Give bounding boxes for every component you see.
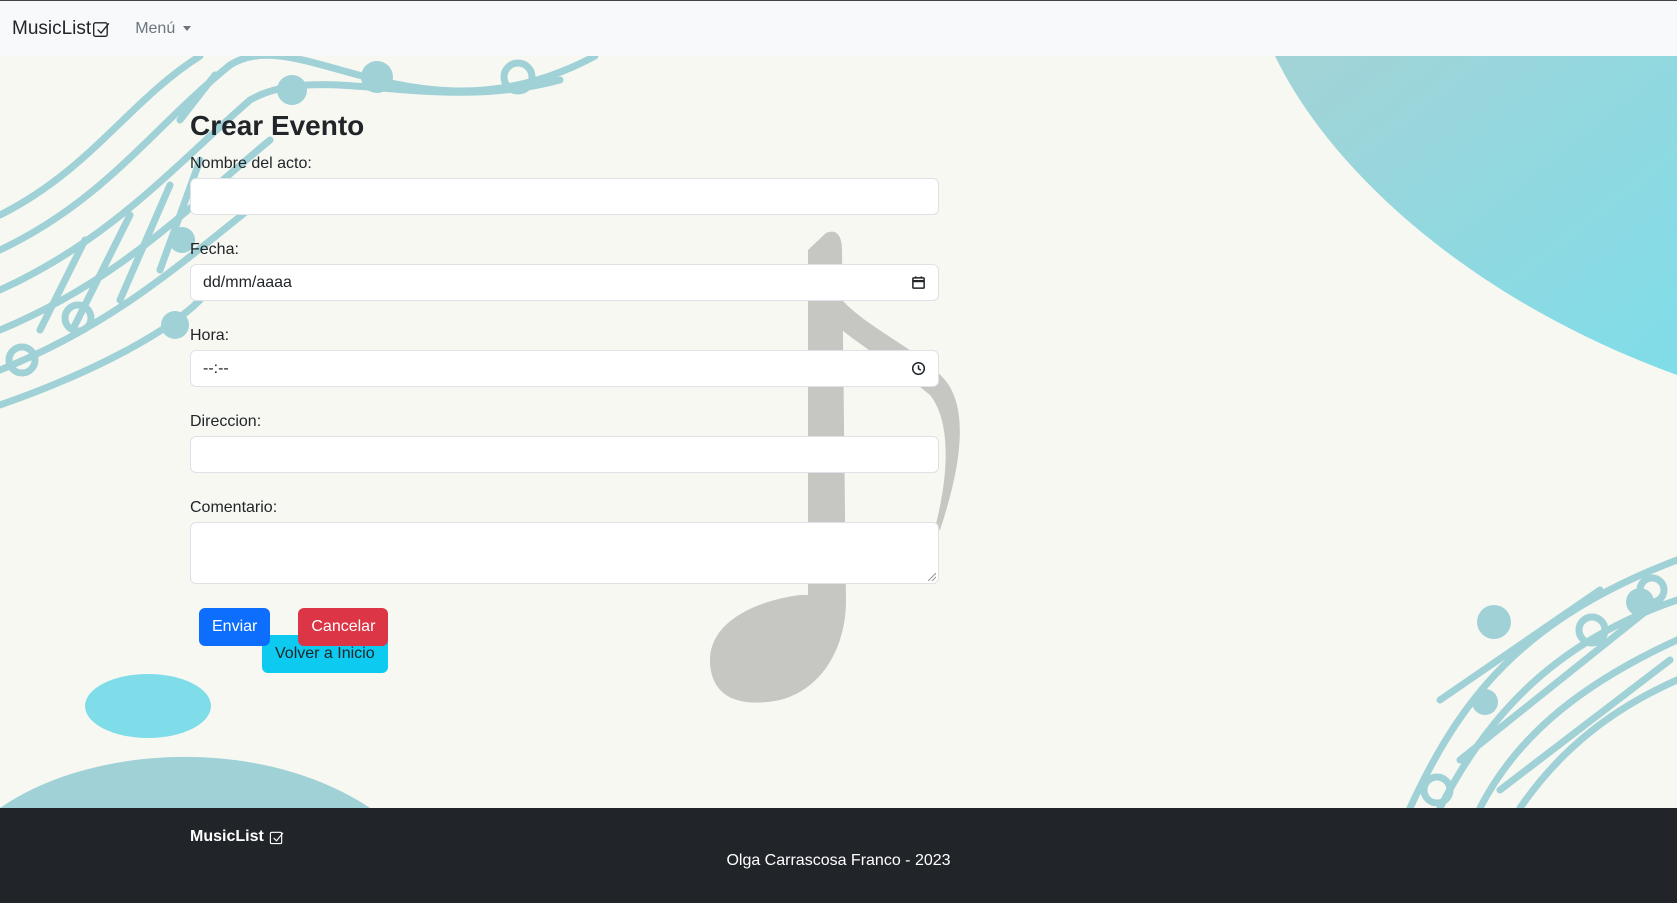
resize-grip-icon[interactable] [928,573,936,581]
calendar-icon[interactable] [911,275,926,290]
cancel-button[interactable]: Cancelar [298,608,389,646]
top-right-blob [1275,56,1677,375]
cyan-oval [85,674,211,738]
brand-label: MusicList [12,17,92,39]
fecha-label: Fecha: [190,241,239,258]
hora-placeholder: --:-- [203,359,229,377]
comentario-textarea[interactable] [190,522,939,584]
form-actions: Enviar Cancelar [199,608,939,646]
check-square-icon [93,21,110,37]
hora-input[interactable]: --:-- [190,350,939,387]
menu-label: Menú [135,19,176,37]
nombre-label: Nombre del acto: [190,155,312,172]
footer-brand-label: MusicList [190,828,264,845]
submit-button[interactable]: Enviar [199,608,271,646]
fecha-placeholder: dd/mm/aaaa [203,273,292,291]
footer: MusicList Olga Carrascosa Franco - 2023 [0,808,1677,903]
clock-icon[interactable] [911,361,926,376]
create-event-form: Crear Evento Nombre del acto: Fecha: dd/… [190,108,939,646]
direccion-input[interactable] [190,436,939,473]
footer-brand[interactable]: MusicList [190,828,284,846]
fecha-input[interactable]: dd/mm/aaaa [190,264,939,301]
direccion-label: Direccion: [190,413,262,430]
check-square-icon [269,831,284,844]
menu-dropdown[interactable]: Menú [135,19,192,38]
nombre-input[interactable] [190,178,939,215]
caret-down-icon [183,26,192,31]
bottom-left-blob [0,756,370,808]
page-title: Crear Evento [190,110,365,141]
navbar-brand[interactable]: MusicList [12,18,110,40]
main-content: Crear Evento Nombre del acto: Fecha: dd/… [0,56,1677,808]
hora-label: Hora: [190,327,230,344]
footer-credit: Olga Carrascosa Franco - 2023 [726,852,951,869]
navbar: MusicList Menú [0,0,1677,56]
comentario-label: Comentario: [190,499,278,516]
